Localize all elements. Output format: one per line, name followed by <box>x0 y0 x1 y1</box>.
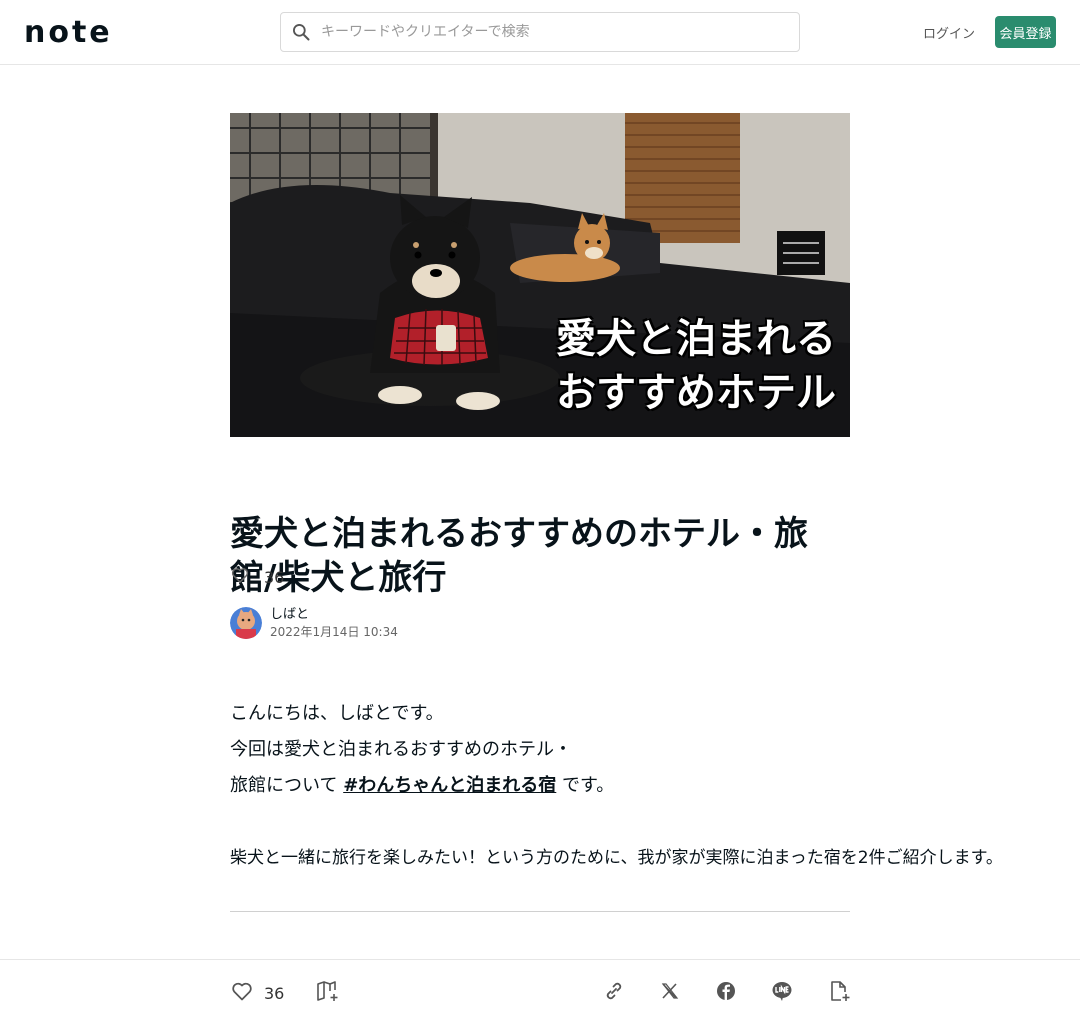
bottom-action-bar: 36 <box>0 959 1080 1024</box>
bottom-likes-count: 36 <box>264 983 285 1003</box>
link-icon[interactable] <box>602 979 626 1007</box>
author-name[interactable]: しばと <box>270 606 398 624</box>
hero-overlay-line2: おすすめホテル <box>556 370 836 416</box>
article-title: 愛犬と泊まれるおすすめのホテル・旅館/柴犬と旅行 <box>230 514 808 598</box>
document-add-icon[interactable] <box>827 979 851 1007</box>
hero-overlay-line1: 愛犬と泊まれる <box>556 316 836 362</box>
line-icon[interactable] <box>770 979 794 1007</box>
share-line-button[interactable] <box>770 980 794 1006</box>
body-text-segment: です。 <box>562 775 615 796</box>
body-paragraph: 今回は愛犬と泊まれるおすすめのホテル・ <box>230 739 572 760</box>
author-info[interactable]: しばと 2022年1月14日 10:34 <box>230 606 398 640</box>
heart-icon[interactable] <box>230 565 250 589</box>
bottom-like-button[interactable]: 36 <box>230 980 284 1006</box>
share-x-button[interactable] <box>658 980 682 1006</box>
body-paragraph: 旅館について #わんちゃんと泊まれる宿 です。 <box>230 768 850 804</box>
search-box[interactable] <box>280 12 800 52</box>
heart-icon[interactable] <box>230 979 254 1007</box>
add-to-magazine-button[interactable] <box>315 980 339 1006</box>
facebook-icon[interactable] <box>714 979 738 1007</box>
hero-image: 愛犬と泊まれる おすすめホテル <box>230 113 850 437</box>
content-divider <box>230 911 850 912</box>
search-icon <box>281 12 321 52</box>
signup-button[interactable]: 会員登録 <box>995 16 1056 48</box>
publish-date: 2022年1月14日 10:34 <box>270 625 398 639</box>
embed-button[interactable] <box>827 980 851 1006</box>
body-paragraph: 柴犬と一緒に旅行を楽しみたい！という方のために、我が家が実際に泊まった宿を2件ご… <box>230 848 1003 868</box>
magazine-add-icon[interactable] <box>315 979 339 1007</box>
author-meta: しばと 2022年1月14日 10:34 <box>270 606 398 640</box>
author-avatar[interactable] <box>230 607 262 639</box>
copy-link-button[interactable] <box>602 980 626 1006</box>
share-facebook-button[interactable] <box>714 980 738 1006</box>
body-text-segment: 旅館について <box>230 775 338 796</box>
hero-overlay-text: 愛犬と泊まれる おすすめホテル <box>556 313 836 421</box>
site-header: note ログイン 会員登録 <box>0 0 1080 65</box>
body-paragraph: こんにちは、しばとです。 <box>230 703 444 724</box>
article-body: こんにちは、しばとです。 今回は愛犬と泊まれるおすすめのホテル・ 旅館について … <box>230 696 1003 876</box>
login-button[interactable]: ログイン <box>920 16 978 48</box>
note-logo[interactable]: note <box>24 18 113 48</box>
x-logo-icon[interactable] <box>658 979 682 1007</box>
article-likes: 36 <box>230 566 284 588</box>
search-input[interactable] <box>321 13 799 51</box>
hashtag-link[interactable]: #わんちゃんと泊まれる宿 <box>343 775 556 796</box>
likes-count: 36 <box>264 567 285 587</box>
